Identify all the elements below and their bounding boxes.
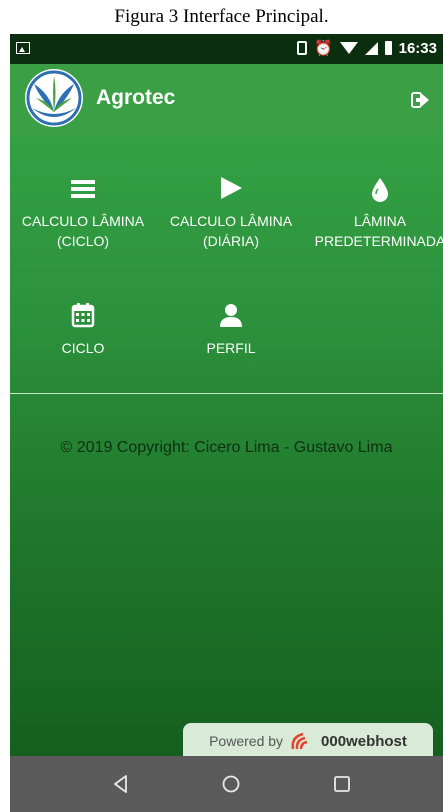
powered-by-label: Powered by (209, 733, 284, 749)
vibrate-icon (296, 41, 307, 55)
android-nav-bar (10, 756, 443, 812)
menu-label: CALCULO LÂMINA (CICLO) (21, 213, 145, 249)
battery-icon (384, 41, 392, 55)
home-icon[interactable] (221, 774, 241, 794)
powered-by-badge[interactable]: Powered by 000webhost (183, 723, 433, 759)
status-icons: ⏰ 16:33 (296, 39, 437, 57)
phone-screen: ⏰ 16:33 Agrotec CALCULO LÂMINA (CICLO) C… (10, 34, 443, 812)
back-icon[interactable] (111, 774, 131, 794)
copyright-text: © 2019 Copyright: Cicero Lima - Gustavo … (60, 439, 393, 456)
menu-label: CALCULO LÂMINA (DIÁRIA) (169, 213, 293, 249)
image-icon (16, 42, 30, 54)
menu-label: LÂMINA PREDETERMINADA (314, 213, 443, 249)
menu-lamina-predeterminada[interactable]: LÂMINA PREDETERMINADA (307, 172, 443, 251)
figure-caption: Figura 3 Interface Principal. (114, 6, 329, 27)
menu-label: PERFIL (206, 340, 256, 356)
app-header: Agrotec (10, 64, 443, 134)
menu-perfil[interactable]: PERFIL (158, 299, 304, 358)
wifi-icon (339, 42, 358, 54)
logout-icon[interactable] (411, 91, 429, 109)
alarm-icon: ⏰ (313, 40, 333, 57)
recents-icon[interactable] (332, 774, 352, 794)
calendar-icon (71, 303, 95, 328)
webhost-logo-icon (291, 732, 308, 750)
status-time: 16:33 (398, 39, 437, 57)
drop-icon (372, 178, 388, 202)
agrotec-logo[interactable] (22, 68, 86, 128)
powered-by-brand: 000webhost (321, 732, 407, 750)
menu-calculo-lamina-ciclo[interactable]: CALCULO LÂMINA (CICLO) (10, 172, 156, 251)
divider (10, 393, 443, 394)
main-content: CALCULO LÂMINA (CICLO) CALCULO LÂMINA (D… (10, 134, 443, 759)
app-title: Agrotec (96, 86, 176, 109)
menu-calculo-lamina-diaria[interactable]: CALCULO LÂMINA (DIÁRIA) (158, 172, 304, 251)
status-bar: ⏰ 16:33 (10, 34, 443, 64)
menu-ciclo[interactable]: CICLO (10, 299, 156, 358)
signal-icon (364, 41, 378, 55)
menu-label: CICLO (61, 340, 105, 356)
play-icon (221, 177, 242, 199)
menu-icon (71, 180, 95, 198)
user-icon (220, 304, 242, 327)
